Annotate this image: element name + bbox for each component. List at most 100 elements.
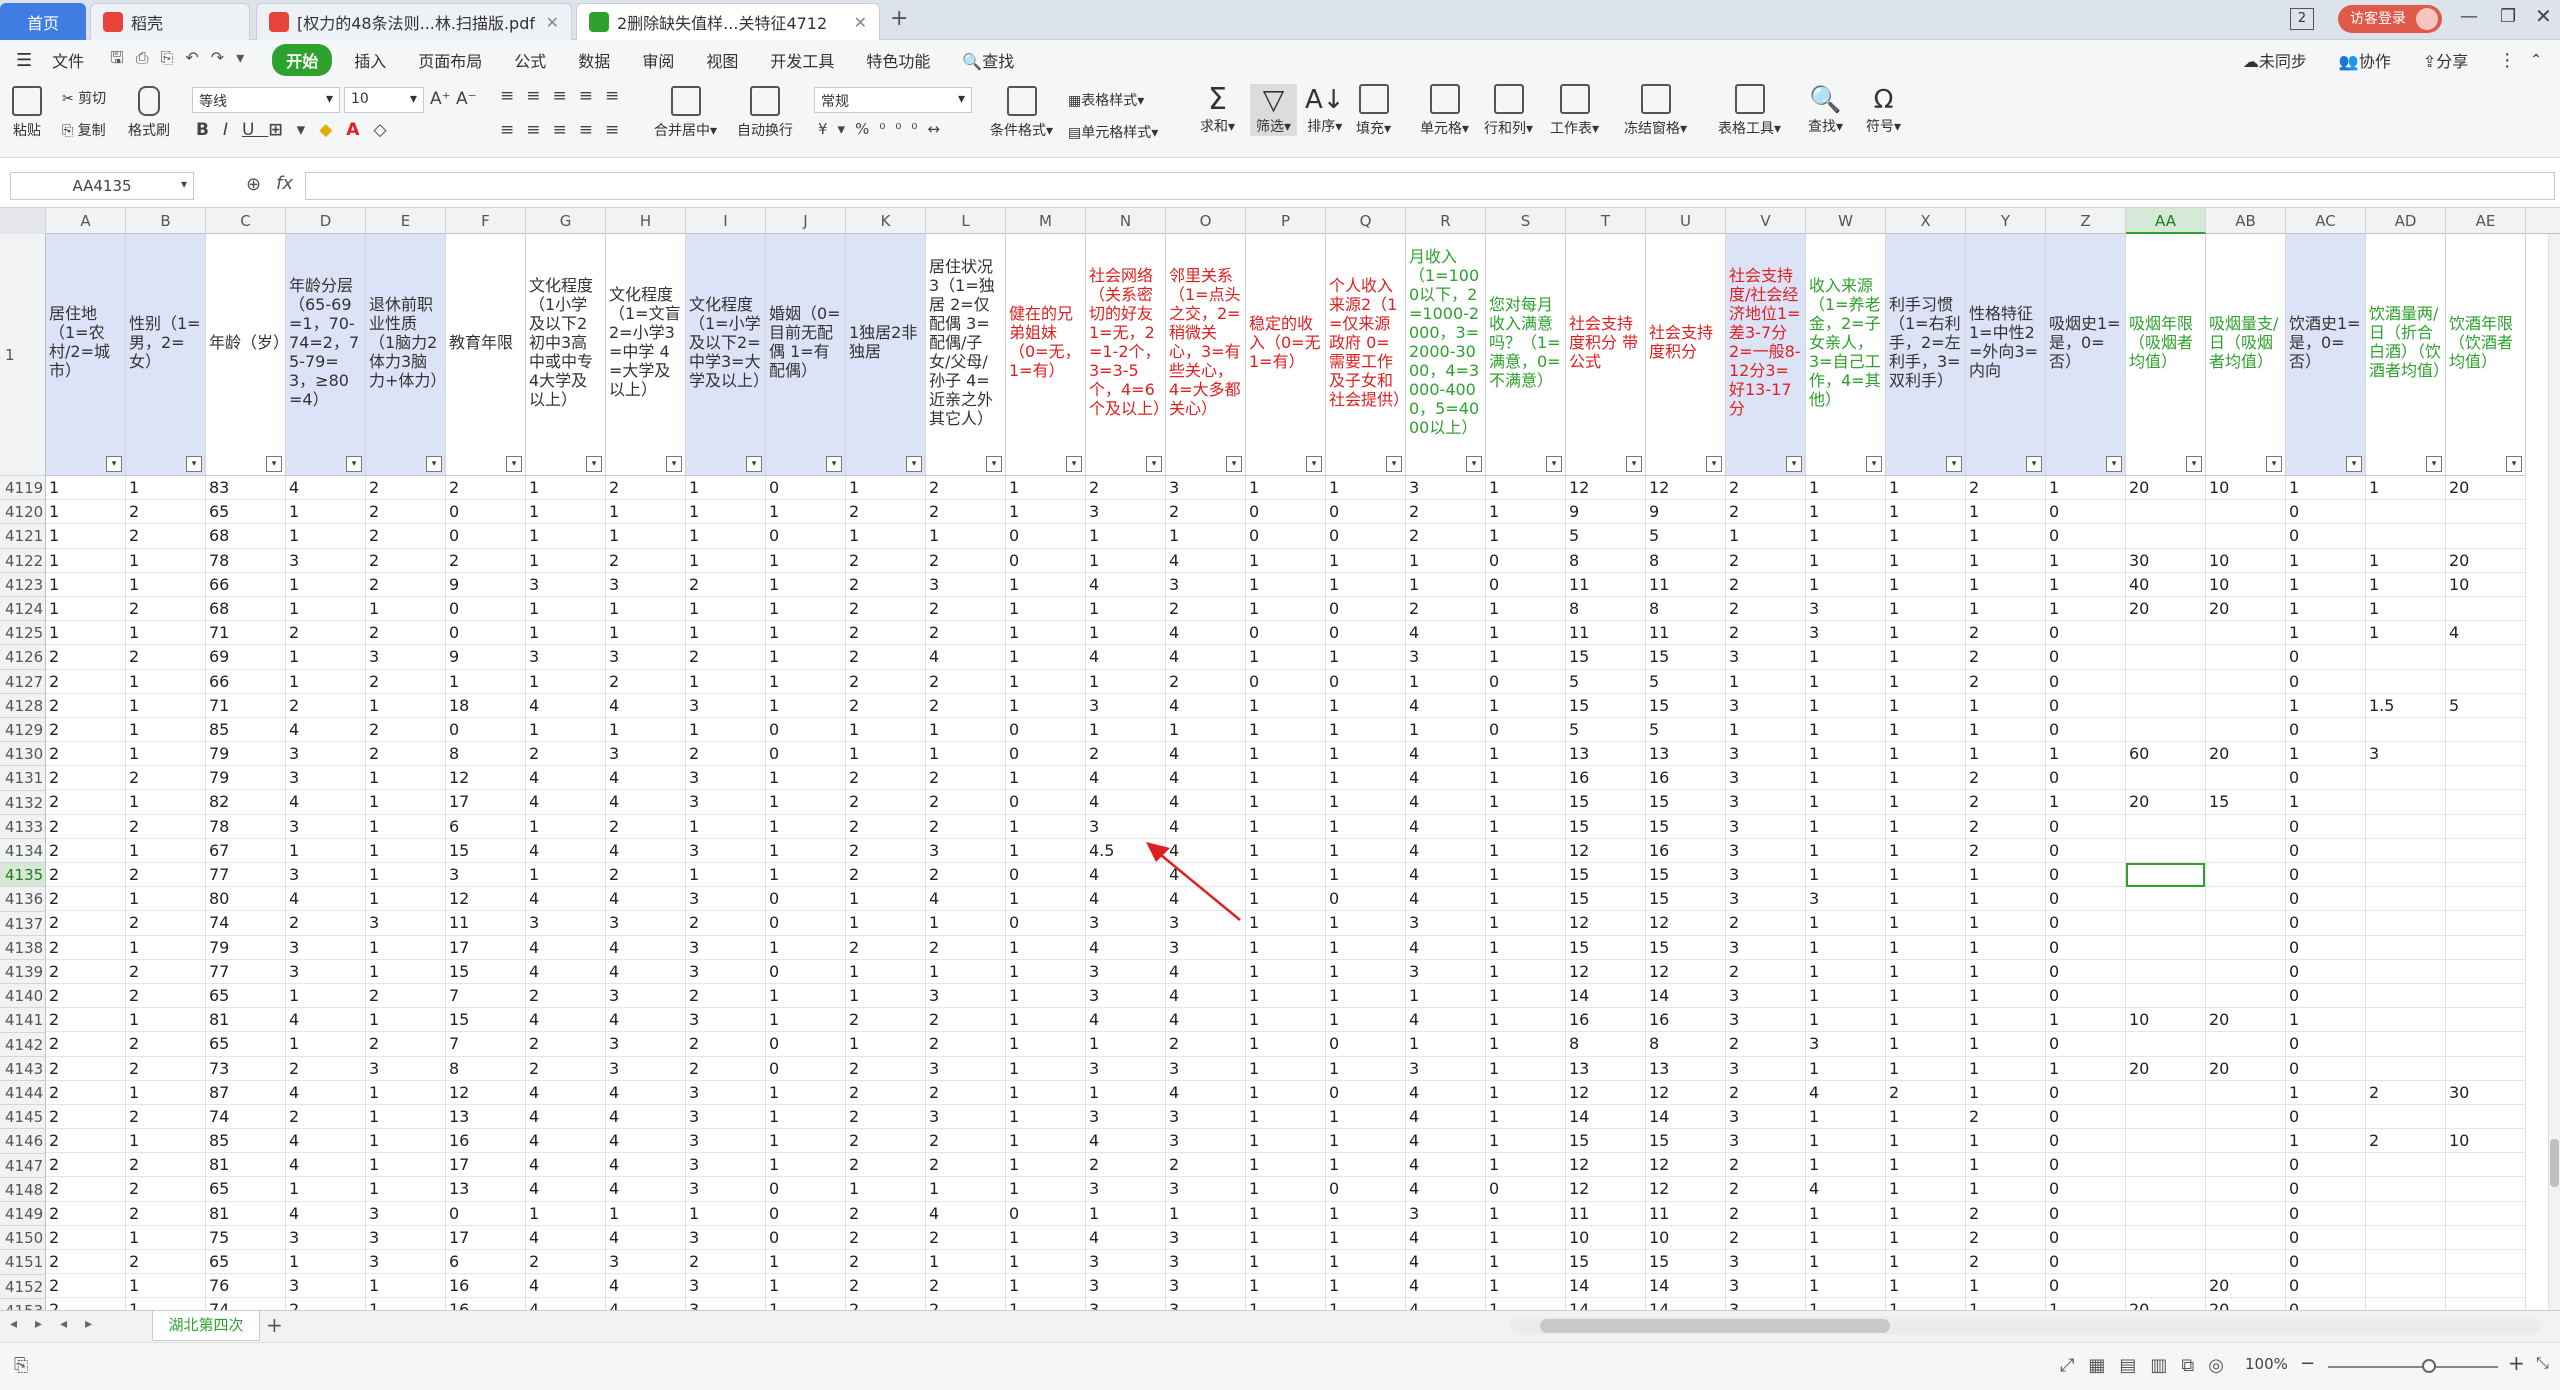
cell[interactable]: 1 (366, 1008, 445, 1033)
cell[interactable]: 1 (1006, 1250, 1085, 1275)
cell[interactable]: 2 (926, 1129, 1005, 1154)
cell[interactable]: 1 (126, 1274, 205, 1299)
cell[interactable]: 0 (2046, 984, 2125, 1009)
cell[interactable]: 2 (846, 597, 925, 622)
cell[interactable]: 2 (126, 1177, 205, 1202)
cell[interactable]: 2 (846, 1105, 925, 1130)
cell[interactable]: 1 (1486, 645, 1565, 670)
menu-insert[interactable]: 插入 (338, 48, 402, 72)
cell[interactable]: 0 (766, 1202, 845, 1226)
cell[interactable]: 0 (2046, 1081, 2125, 1105)
cell[interactable]: 12 (1566, 911, 1645, 936)
cell[interactable]: 79 (206, 766, 285, 791)
cell[interactable]: 3 (1806, 1032, 1885, 1057)
cell[interactable]: 2 (846, 1250, 925, 1275)
login-button[interactable]: 访客登录 (2338, 5, 2442, 33)
cell[interactable]: 1 (766, 573, 845, 597)
cell[interactable]: 1 (1326, 863, 1405, 888)
cell[interactable]: 1 (526, 670, 605, 694)
cell[interactable] (2126, 621, 2205, 646)
quick-access-icons[interactable]: 🖫⎙⎘↶↷▾ (100, 47, 266, 74)
cell[interactable]: 2 (526, 1032, 605, 1057)
cell[interactable]: 3 (1166, 1226, 1245, 1250)
header-cell-F[interactable]: 教育年限 ▾ (446, 234, 526, 476)
cell[interactable]: 1 (1246, 645, 1325, 670)
cell[interactable]: 4 (1166, 960, 1245, 984)
sum-button[interactable]: Σ 求和▾ (1200, 84, 1235, 136)
close-icon[interactable]: ✕ (2535, 4, 2552, 28)
cell[interactable]: 4 (526, 1105, 605, 1130)
cell[interactable]: 0 (446, 621, 525, 646)
col-header-C[interactable]: C (206, 208, 286, 234)
cell[interactable]: 2 (126, 500, 205, 525)
cell[interactable]: 2 (846, 766, 925, 791)
cell[interactable]: 3 (686, 766, 765, 791)
cell[interactable]: 1 (1246, 1250, 1325, 1275)
cell[interactable]: 1 (286, 1177, 365, 1202)
cell[interactable]: 3 (686, 936, 765, 960)
cell[interactable] (2366, 500, 2445, 525)
cell[interactable]: 1 (1246, 839, 1325, 863)
cell[interactable]: 2 (686, 573, 765, 597)
cell[interactable]: 2 (846, 645, 925, 670)
menu-home[interactable]: 开始 (272, 44, 333, 76)
cell[interactable]: 4 (926, 1202, 1005, 1226)
cell[interactable]: 81 (206, 1202, 285, 1226)
cell[interactable]: 3 (1086, 1298, 1165, 1310)
cell[interactable]: 2 (1726, 1226, 1805, 1250)
cell[interactable]: 1 (1886, 718, 1965, 743)
cell[interactable] (2206, 1250, 2285, 1275)
cell[interactable]: 12 (1566, 1081, 1645, 1105)
cell[interactable]: 1 (1806, 1153, 1885, 1178)
cell[interactable] (2206, 621, 2285, 646)
cell[interactable]: 11 (1566, 1202, 1645, 1226)
cell[interactable]: 1 (126, 790, 205, 815)
cell[interactable]: 65 (206, 984, 285, 1009)
cell[interactable] (2366, 863, 2445, 888)
cell[interactable]: 68 (206, 597, 285, 622)
cell[interactable]: 1 (926, 1177, 1005, 1202)
cell[interactable]: 12 (1566, 839, 1645, 863)
cell[interactable] (2446, 1008, 2525, 1033)
cell[interactable]: 1 (1326, 936, 1405, 960)
cell[interactable] (2366, 1032, 2445, 1057)
cell[interactable] (2126, 1032, 2205, 1057)
cell[interactable]: 1 (1886, 790, 1965, 815)
cell[interactable]: 2 (446, 549, 525, 573)
cell[interactable]: 0 (2286, 718, 2365, 743)
cell[interactable]: 3 (1166, 936, 1245, 960)
cell[interactable]: 4 (526, 936, 605, 960)
filter-dropdown-icon[interactable]: ▾ (1946, 456, 1962, 472)
cell[interactable]: 2 (606, 815, 685, 839)
cell[interactable] (2206, 766, 2285, 791)
cell[interactable]: 4 (1086, 766, 1165, 791)
cell[interactable]: 4 (1166, 694, 1245, 718)
cell[interactable]: 12 (446, 1081, 525, 1105)
cell[interactable]: 1 (1806, 524, 1885, 549)
cell[interactable]: 1 (1326, 766, 1405, 791)
cell[interactable]: 1 (1726, 524, 1805, 549)
header-cell-AD[interactable]: 饮酒量两/日（折合白酒）（饮酒者均值） ▾ (2366, 234, 2446, 476)
cell[interactable]: 1 (1886, 1008, 1965, 1033)
cell[interactable]: 3 (1726, 1298, 1805, 1310)
formula-input[interactable] (305, 172, 2555, 200)
cell[interactable]: 4 (1406, 1250, 1485, 1275)
cell[interactable]: 3 (1406, 1202, 1485, 1226)
cell[interactable] (2126, 1274, 2205, 1299)
cell[interactable]: 1 (1966, 911, 2045, 936)
cell[interactable]: 1 (1886, 1153, 1965, 1178)
cell[interactable]: 65 (206, 500, 285, 525)
cell[interactable]: 1 (1886, 1032, 1965, 1057)
copy-button[interactable]: ⎘ 复制 (62, 120, 106, 140)
cell[interactable] (2446, 790, 2525, 815)
cell[interactable]: 3 (1806, 887, 1885, 912)
cell[interactable]: 1 (1326, 984, 1405, 1009)
cell[interactable]: 2 (46, 887, 125, 912)
cell[interactable]: 1 (1806, 1226, 1885, 1250)
zoom-level[interactable]: 100% (2245, 1355, 2288, 1373)
cell[interactable]: 5 (1566, 718, 1645, 743)
cell[interactable]: 2 (1726, 549, 1805, 573)
cell[interactable]: 1 (1246, 1298, 1325, 1310)
cell[interactable]: 0 (2286, 887, 2365, 912)
cell[interactable]: 1 (1486, 839, 1565, 863)
